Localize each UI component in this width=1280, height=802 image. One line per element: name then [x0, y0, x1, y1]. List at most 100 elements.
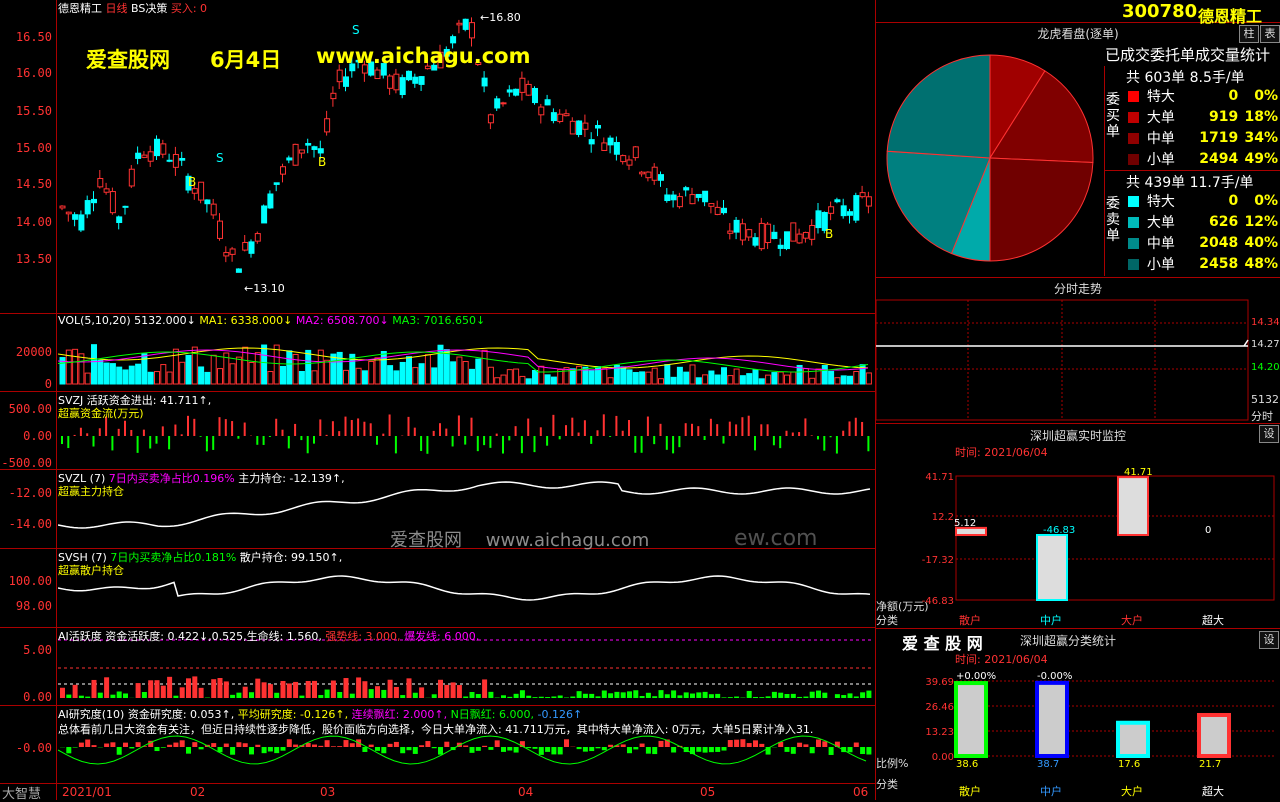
activity-bar [268, 684, 273, 698]
indicator-label[interactable]: BS决策 [131, 2, 167, 15]
volume-bar [356, 368, 361, 384]
candle [803, 232, 808, 243]
flow-bar [338, 431, 340, 436]
candle [155, 135, 160, 160]
classify-tick: 13.23 [925, 727, 954, 738]
candle [407, 71, 412, 82]
candle [110, 188, 115, 215]
activity-bar [866, 691, 871, 698]
activity-bar [722, 697, 727, 698]
stat-row: 大单91918% [1128, 107, 1278, 127]
flow-bar [206, 436, 208, 451]
flow-bar [426, 436, 428, 454]
monitor-tick: 41.71 [925, 472, 954, 483]
table-view-button[interactable]: 表 [1260, 25, 1280, 43]
flow-bar [130, 430, 132, 436]
research-bar [211, 743, 216, 747]
legend-swatch [1128, 259, 1139, 270]
candle [79, 210, 84, 232]
flow-bar [225, 419, 227, 436]
activity-bar [249, 692, 254, 698]
monitor-category: 中户 [1040, 613, 1062, 627]
flow-bar [704, 436, 706, 440]
flow-bar [124, 421, 126, 436]
flow-bar [666, 436, 668, 450]
candle [608, 135, 613, 153]
stat-value: 1719 [1193, 130, 1239, 146]
activity-bar [696, 692, 701, 698]
candle [627, 156, 632, 170]
stat-value: 2494 [1193, 151, 1239, 167]
research-bar [747, 743, 752, 747]
candle [640, 171, 645, 177]
monitor-value: -46.83 [1043, 525, 1075, 536]
activity-bar [835, 694, 840, 698]
stat-value: 626 [1193, 214, 1239, 230]
monitor-value: 41.71 [1124, 467, 1153, 478]
candle [224, 246, 229, 262]
svzj-tick: 500.00 [9, 402, 52, 416]
activity-bar [299, 696, 304, 698]
activity-bar [362, 681, 367, 698]
research-bar [413, 747, 418, 754]
legend-swatch [1128, 133, 1139, 144]
activity-bar [369, 689, 374, 698]
stat-category: 中单 [1147, 233, 1193, 253]
research-bar [230, 747, 235, 755]
activity-bar [117, 691, 122, 698]
ai1-title: AI活跃度 资金活跃度: 0.422↓,0.525,生命线: 1.560, 强势… [58, 628, 479, 644]
research-bar [476, 747, 481, 751]
stat-row: 中单171934% [1128, 128, 1278, 148]
research-bar [274, 747, 279, 753]
bar-view-button[interactable]: 柱 [1239, 25, 1259, 43]
candle [539, 104, 544, 124]
activity-bar [551, 696, 556, 698]
activity-bar [803, 697, 808, 698]
volume-bar [444, 350, 449, 384]
volume-bar [646, 372, 651, 384]
activity-bar [476, 694, 481, 698]
monitor-frame [956, 476, 1274, 600]
research-bar [381, 747, 386, 753]
stat-value: 919 [1193, 109, 1239, 125]
flow-bar [395, 436, 397, 453]
candle [677, 193, 682, 209]
volume-bar [161, 365, 166, 384]
volume-bar [633, 373, 638, 384]
candle [520, 72, 525, 101]
candle [602, 137, 607, 151]
research-bar [501, 747, 506, 752]
candle [533, 86, 538, 104]
candle [703, 191, 708, 206]
flow-bar [294, 424, 296, 436]
flow-bar [414, 428, 416, 436]
classify-settings-button[interactable]: 设 [1259, 631, 1279, 649]
activity-bar [646, 693, 651, 698]
volume-bar [734, 369, 739, 384]
activity-bar [211, 679, 216, 698]
flow-bar [408, 417, 410, 436]
research-bar [583, 747, 588, 752]
monitor-settings-button[interactable]: 设 [1259, 425, 1279, 443]
flow-bar [149, 436, 151, 448]
price-tick: 15.50 [16, 104, 52, 118]
activity-bar [243, 687, 248, 698]
monitor-xlabel: 分类 [876, 613, 898, 627]
flow-bar [345, 417, 347, 436]
flow-bar [156, 436, 158, 444]
research-bar [696, 747, 701, 752]
flow-bar [496, 434, 498, 436]
monitor-value: 0 [1205, 525, 1211, 536]
date-tick: 02 [190, 785, 205, 799]
activity-bar [98, 693, 103, 698]
flow-bar [263, 436, 265, 445]
activity-bar [73, 685, 78, 698]
research-bar [602, 747, 607, 750]
classify-bar [1037, 683, 1067, 756]
flow-bar [578, 433, 580, 436]
flow-bar [420, 436, 422, 451]
candle [60, 205, 65, 210]
period-label[interactable]: 日线 [106, 2, 128, 15]
activity-bar [589, 694, 594, 698]
volume-bar [778, 372, 783, 384]
